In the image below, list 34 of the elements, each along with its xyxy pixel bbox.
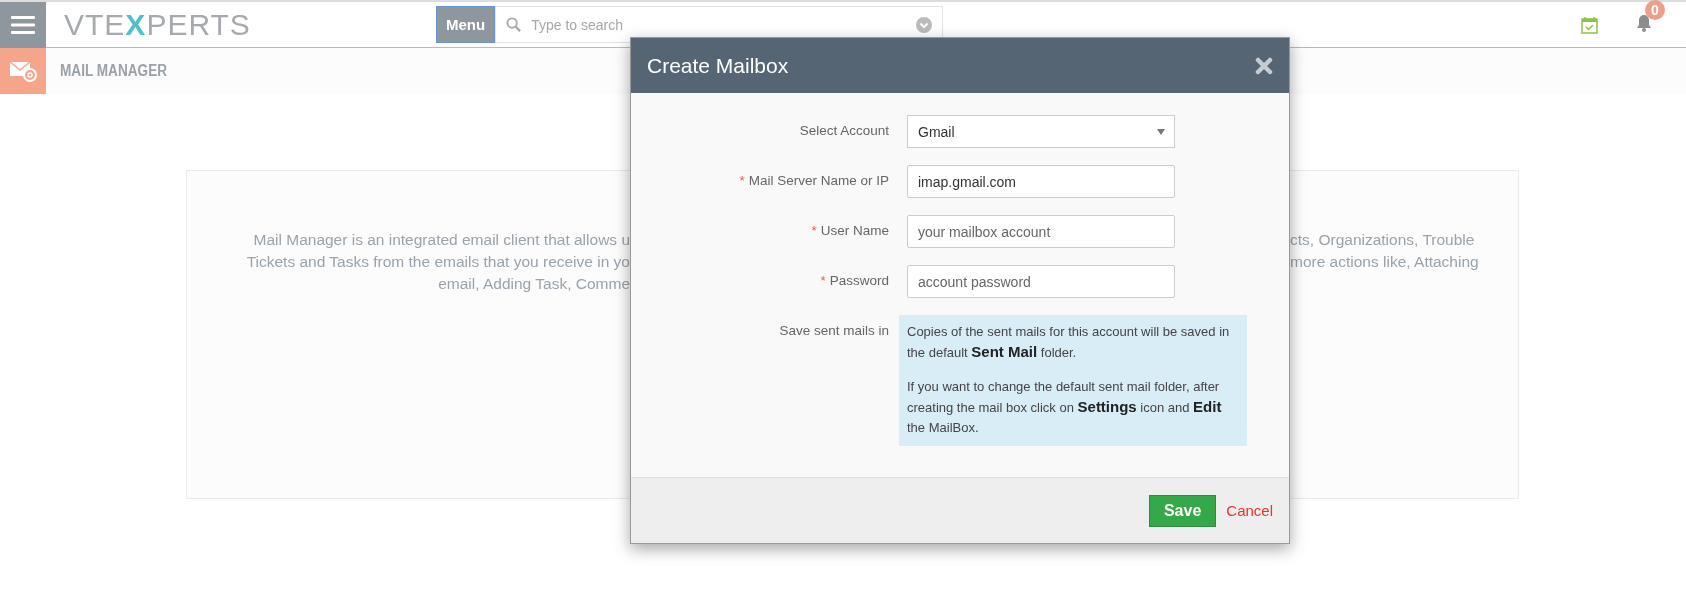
menu-button[interactable]: Menu: [436, 6, 496, 43]
field-label: Password: [829, 272, 889, 288]
page-title: MAIL MANAGER: [60, 62, 168, 80]
menu-icon[interactable]: [0, 1, 46, 48]
required-marker: *: [811, 222, 817, 238]
field-label: Select Account: [799, 122, 889, 138]
intro-text: cts, Organizations, Trouble: [1290, 231, 1476, 250]
intro-text: email, Adding Task, Comme: [437, 275, 630, 294]
save-button[interactable]: Save: [1148, 494, 1217, 527]
input-field[interactable]: imap.gmail.com: [907, 165, 1175, 198]
required-marker: *: [820, 272, 826, 288]
search-icon: [506, 17, 522, 32]
dialog-title: Create Mailbox: [647, 53, 789, 78]
required-marker: *: [739, 172, 745, 188]
intro-text: Mail Manager is an integrated email client that allows u: [252, 231, 630, 250]
close-button[interactable]: [1255, 56, 1273, 75]
calendar-icon[interactable]: [1581, 15, 1598, 34]
intro-text: Tickets and Tasks from the emails that you receive in yo: [245, 253, 630, 272]
field-label: Save sent mails in: [778, 322, 889, 338]
field-label: Mail Server Name or IP: [748, 172, 889, 188]
info-text: Copies of the sent mails for this account will be saved in the default Sent Mail folder.: [907, 323, 1231, 362]
input-field[interactable]: your mailbox account: [907, 215, 1175, 248]
logo: VTEXPERTS: [64, 7, 252, 42]
info-text: If you want to change the default sent mail folder, after creating the mail box click on Settings icon and Edit the MailBox.: [907, 378, 1223, 437]
search-field[interactable]: Type to search: [495, 6, 944, 43]
input-field[interactable]: account password: [907, 265, 1175, 298]
cancel-link[interactable]: Cancel: [1226, 502, 1273, 519]
notification-count: 0: [1645, 0, 1665, 20]
caret-icon: [1157, 128, 1165, 135]
intro-text: more actions like, Attaching: [1290, 253, 1480, 272]
account-select[interactable]: Gmail: [907, 115, 1175, 148]
bell-icon[interactable]: [1636, 13, 1652, 32]
field-label: User Name: [820, 222, 889, 238]
chevron-down-icon[interactable]: [916, 16, 933, 33]
